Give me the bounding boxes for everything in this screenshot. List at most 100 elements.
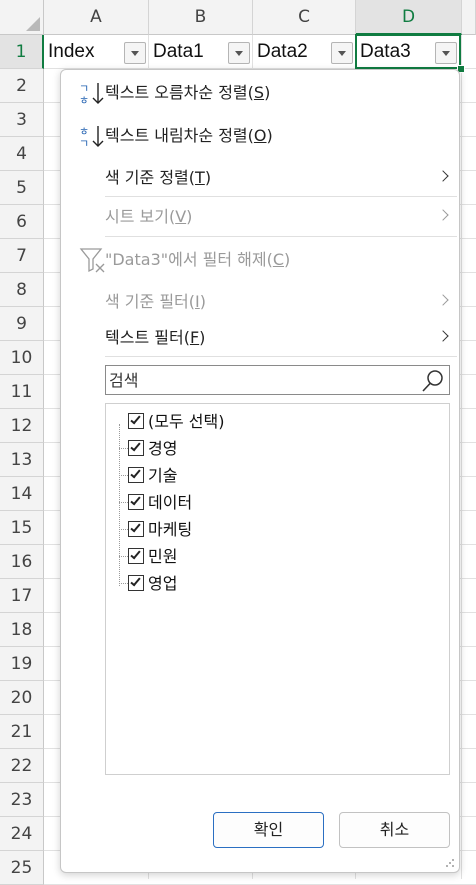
filter-dropdown-button-c[interactable] <box>331 42 353 64</box>
list-item[interactable]: 영업 <box>106 570 446 597</box>
clear-filter-icon <box>79 248 105 273</box>
row-header-14[interactable]: 14 <box>0 477 44 511</box>
row-header-19[interactable]: 19 <box>0 647 44 681</box>
resize-grip-icon[interactable] <box>445 858 455 868</box>
row-header-9[interactable]: 9 <box>0 307 44 341</box>
sort-by-color-accesskey: T <box>195 168 205 187</box>
column-header-c[interactable]: C <box>253 0 356 35</box>
sheet-view-label: 시트 보기 <box>105 207 169 226</box>
row-header-8[interactable]: 8 <box>0 273 44 307</box>
row-header-13[interactable]: 13 <box>0 443 44 477</box>
select-all-checkbox[interactable] <box>128 413 144 429</box>
row-header-1[interactable]: 1 <box>0 35 44 69</box>
chevron-right-icon <box>437 170 449 182</box>
tree-connector <box>119 475 128 476</box>
svg-text:ㄱ: ㄱ <box>79 137 89 150</box>
sort-descending-item[interactable]: ㅎ ㄱ 텍스트 내림차순 정렬(O) <box>61 118 459 154</box>
sort-descending-icon: ㅎ ㄱ <box>79 125 104 150</box>
list-item[interactable]: 경영 <box>106 435 446 462</box>
sort-ascending-icon: ㄱ ㅎ <box>79 82 104 107</box>
row-header-24[interactable]: 24 <box>0 817 44 851</box>
column-header-b[interactable]: B <box>149 0 253 35</box>
item-checkbox[interactable] <box>128 440 144 456</box>
row-header-10[interactable]: 10 <box>0 341 44 375</box>
row-header-4[interactable]: 4 <box>0 137 44 171</box>
svg-text:ㅎ: ㅎ <box>79 94 89 107</box>
list-item-label: 데이터 <box>148 493 193 512</box>
tree-connector <box>119 502 128 503</box>
row-header-2[interactable]: 2 <box>0 69 44 103</box>
text-filter-label: 텍스트 필터 <box>105 328 184 347</box>
row-header-23[interactable]: 23 <box>0 783 44 817</box>
column-header-a[interactable]: A <box>44 0 149 35</box>
list-item[interactable]: 기술 <box>106 462 446 489</box>
active-cell-border <box>355 34 461 69</box>
row-header-11[interactable]: 11 <box>0 375 44 409</box>
row-header-16[interactable]: 16 <box>0 545 44 579</box>
row-header-5[interactable]: 5 <box>0 171 44 205</box>
sort-ascending-label: 텍스트 오름차순 정렬 <box>105 83 248 102</box>
clear-filter-label: "Data3"에서 필터 해제 <box>105 250 267 269</box>
filter-by-color-item: 색 기준 필터(I) <box>61 284 459 320</box>
tree-connector <box>119 556 128 557</box>
value-list[interactable]: (모두 선택) 경영기술데이터마케팅민원영업 <box>105 403 450 775</box>
list-item[interactable]: 데이터 <box>106 489 446 516</box>
list-item-label: 기술 <box>148 466 178 485</box>
row-header-17[interactable]: 17 <box>0 579 44 613</box>
sort-descending-accesskey: O <box>253 126 267 145</box>
item-checkbox[interactable] <box>128 575 144 591</box>
ok-button[interactable]: 확인 <box>213 812 324 848</box>
column-header-d[interactable]: D <box>356 0 462 35</box>
text-filter-accesskey: F <box>189 328 200 347</box>
menu-separator <box>105 196 457 197</box>
filter-dropdown-button-b[interactable] <box>228 42 250 64</box>
sort-ascending-item[interactable]: ㄱ ㅎ 텍스트 오름차순 정렬(S) <box>61 75 459 111</box>
row-header-25[interactable]: 25 <box>0 851 44 885</box>
row-header-7[interactable]: 7 <box>0 239 44 273</box>
search-box[interactable] <box>105 365 450 395</box>
row-header-6[interactable]: 6 <box>0 205 44 239</box>
tree-connector <box>119 448 128 449</box>
search-input[interactable] <box>109 368 414 392</box>
sheet-view-accesskey: V <box>175 207 187 226</box>
clear-filter-accesskey: C <box>272 250 285 269</box>
sheet-view-item: 시트 보기(V) <box>61 199 459 235</box>
list-item-label: 영업 <box>148 574 178 593</box>
row-header-15[interactable]: 15 <box>0 511 44 545</box>
row-header-18[interactable]: 18 <box>0 613 44 647</box>
list-item-label: 민원 <box>148 547 178 566</box>
select-all-row[interactable]: (모두 선택) <box>106 408 446 435</box>
sort-by-color-item[interactable]: 색 기준 정렬(T) <box>61 160 459 196</box>
tree-connector <box>119 583 128 584</box>
filter-dropdown-button-a[interactable] <box>124 42 146 64</box>
text-filter-item[interactable]: 텍스트 필터(F) <box>61 320 459 356</box>
list-item-label: 마케팅 <box>148 520 193 539</box>
row-header-12[interactable]: 12 <box>0 409 44 443</box>
chevron-right-icon <box>437 209 449 221</box>
sort-ascending-accesskey: S <box>253 83 265 102</box>
filter-by-color-label: 색 기준 필터 <box>105 292 189 311</box>
row-header-22[interactable]: 22 <box>0 749 44 783</box>
column-header-e[interactable] <box>462 0 476 35</box>
sort-by-color-label: 색 기준 정렬 <box>105 168 189 187</box>
menu-separator <box>105 356 457 357</box>
tree-connector <box>119 529 128 530</box>
clear-filter-item: "Data3"에서 필터 해제(C) <box>61 242 459 278</box>
item-checkbox[interactable] <box>128 548 144 564</box>
list-item-label: (모두 선택) <box>148 412 225 431</box>
select-all-corner[interactable] <box>0 0 44 35</box>
list-item-label: 경영 <box>148 439 178 458</box>
list-item[interactable]: 마케팅 <box>106 516 446 543</box>
cancel-button[interactable]: 취소 <box>339 812 450 848</box>
item-checkbox[interactable] <box>128 494 144 510</box>
list-item[interactable]: 민원 <box>106 543 446 570</box>
item-checkbox[interactable] <box>128 467 144 483</box>
row-header-3[interactable]: 3 <box>0 103 44 137</box>
filter-by-color-accesskey: I <box>195 292 200 311</box>
item-checkbox[interactable] <box>128 521 144 537</box>
chevron-right-icon <box>437 294 449 306</box>
row-header-21[interactable]: 21 <box>0 715 44 749</box>
row-header-20[interactable]: 20 <box>0 681 44 715</box>
chevron-right-icon <box>437 330 449 342</box>
menu-separator <box>105 236 457 237</box>
